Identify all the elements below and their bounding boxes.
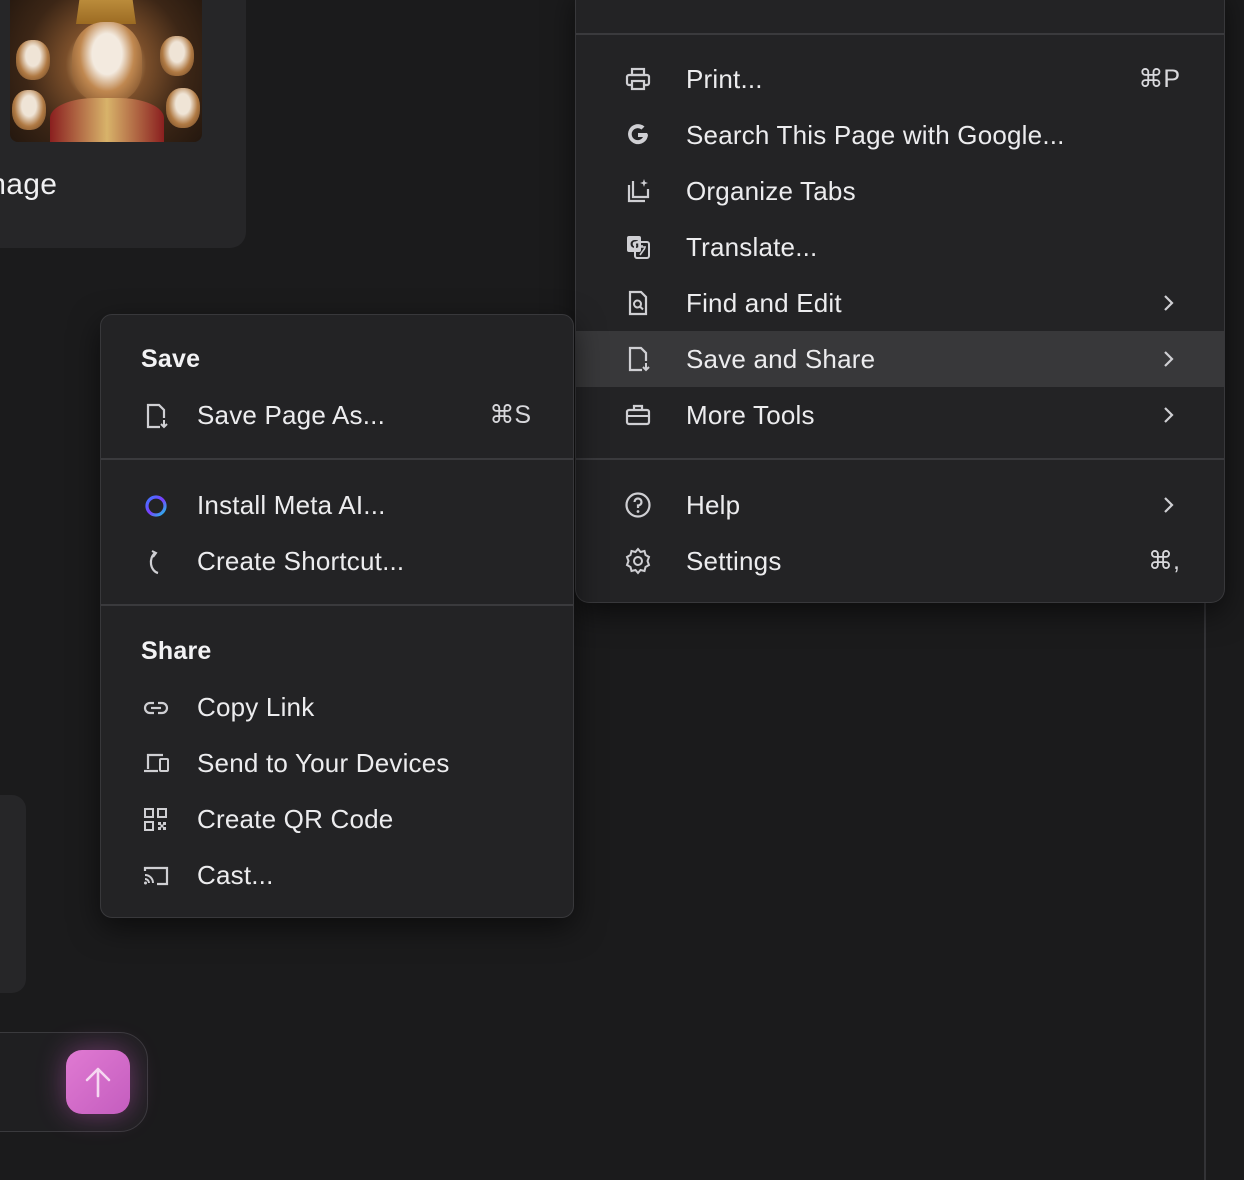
menu-divider xyxy=(101,604,573,606)
arrow-up-icon xyxy=(85,1067,111,1098)
menu-item-label: Organize Tabs xyxy=(686,176,856,206)
chevron-right-icon xyxy=(1164,295,1174,311)
organize-tabs-icon xyxy=(627,179,650,203)
menu-item-label: Print... xyxy=(686,64,763,94)
menu-item-help[interactable]: Help xyxy=(576,477,1224,533)
menu-item-cast[interactable]: Cast... xyxy=(101,847,573,903)
menu-item-label: Create QR Code xyxy=(197,804,394,834)
shortcut-label: ⌘S xyxy=(489,401,531,429)
meta-ai-icon xyxy=(145,495,167,517)
cast-icon xyxy=(143,866,169,886)
menu-item-send-to-devices[interactable]: Send to Your Devices xyxy=(101,735,573,791)
chevron-right-icon xyxy=(1164,497,1174,513)
shortcut-label: ⌘P xyxy=(1138,65,1180,93)
devices-icon xyxy=(144,753,169,773)
menu-item-label: Send to Your Devices xyxy=(197,748,450,778)
gear-icon xyxy=(625,547,651,575)
menu-item-translate[interactable]: G Translate... xyxy=(576,219,1224,275)
shortcut-arrow-icon xyxy=(149,550,159,575)
menu-item-label: Copy Link xyxy=(197,692,315,722)
menu-item-organize-tabs[interactable]: Organize Tabs xyxy=(576,163,1224,219)
save-page-icon xyxy=(146,403,168,429)
link-icon xyxy=(143,701,169,715)
menu-item-label: Save and Share xyxy=(686,344,876,374)
menu-item-settings[interactable]: Settings ⌘, xyxy=(576,533,1224,589)
chevron-right-icon xyxy=(1164,407,1174,423)
browser-main-menu: Print... ⌘P Search This Page with Google… xyxy=(575,0,1225,603)
background-panel xyxy=(0,795,26,993)
image-result-card: image xyxy=(0,0,246,248)
translate-icon: G xyxy=(627,236,650,259)
menu-item-more-tools[interactable]: More Tools xyxy=(576,387,1224,443)
menu-divider xyxy=(101,458,573,460)
menu-item-label: Settings xyxy=(686,546,782,576)
menu-item-search-google[interactable]: Search This Page with Google... xyxy=(576,107,1224,163)
send-button[interactable] xyxy=(66,1050,130,1114)
menu-item-label: Install Meta AI... xyxy=(197,490,386,520)
menu-item-find-edit[interactable]: Find and Edit xyxy=(576,275,1224,331)
save-share-submenu: Save Save Page As... ⌘S Install Meta AI.… xyxy=(100,314,574,918)
menu-item-copy-link[interactable]: Copy Link xyxy=(101,679,573,735)
menu-item-label: Translate... xyxy=(686,232,818,262)
menu-item-install-app[interactable]: Install Meta AI... xyxy=(101,477,573,533)
menu-divider xyxy=(576,33,1224,35)
menu-item-label: Save Page As... xyxy=(197,400,386,430)
menu-item-label: Create Shortcut... xyxy=(197,546,405,576)
qr-code-icon xyxy=(144,808,167,831)
menu-item-label: Search This Page with Google... xyxy=(686,120,1065,150)
menu-item-label: Help xyxy=(686,490,741,520)
find-page-icon xyxy=(628,290,648,316)
card-caption: image xyxy=(0,168,58,201)
save-page-icon xyxy=(628,346,650,372)
chevron-right-icon xyxy=(1164,351,1174,367)
section-title-save: Save xyxy=(141,345,201,373)
toolbox-icon xyxy=(625,404,651,426)
menu-item-label: Find and Edit xyxy=(686,288,842,318)
shortcut-label: ⌘, xyxy=(1148,547,1180,575)
menu-item-save-page-as[interactable]: Save Page As... ⌘S xyxy=(101,387,573,443)
menu-item-create-qr[interactable]: Create QR Code xyxy=(101,791,573,847)
menu-item-print[interactable]: Print... ⌘P xyxy=(576,51,1224,107)
menu-divider xyxy=(576,458,1224,460)
image-thumbnail-dog-king[interactable] xyxy=(10,0,202,142)
help-icon xyxy=(625,492,651,518)
section-title-share: Share xyxy=(141,637,212,665)
printer-icon xyxy=(625,67,651,91)
menu-item-create-shortcut[interactable]: Create Shortcut... xyxy=(101,533,573,589)
menu-item-label: Cast... xyxy=(197,860,274,890)
menu-item-label: More Tools xyxy=(686,400,815,430)
google-icon xyxy=(628,124,648,145)
menu-item-save-share[interactable]: Save and Share xyxy=(576,331,1224,387)
